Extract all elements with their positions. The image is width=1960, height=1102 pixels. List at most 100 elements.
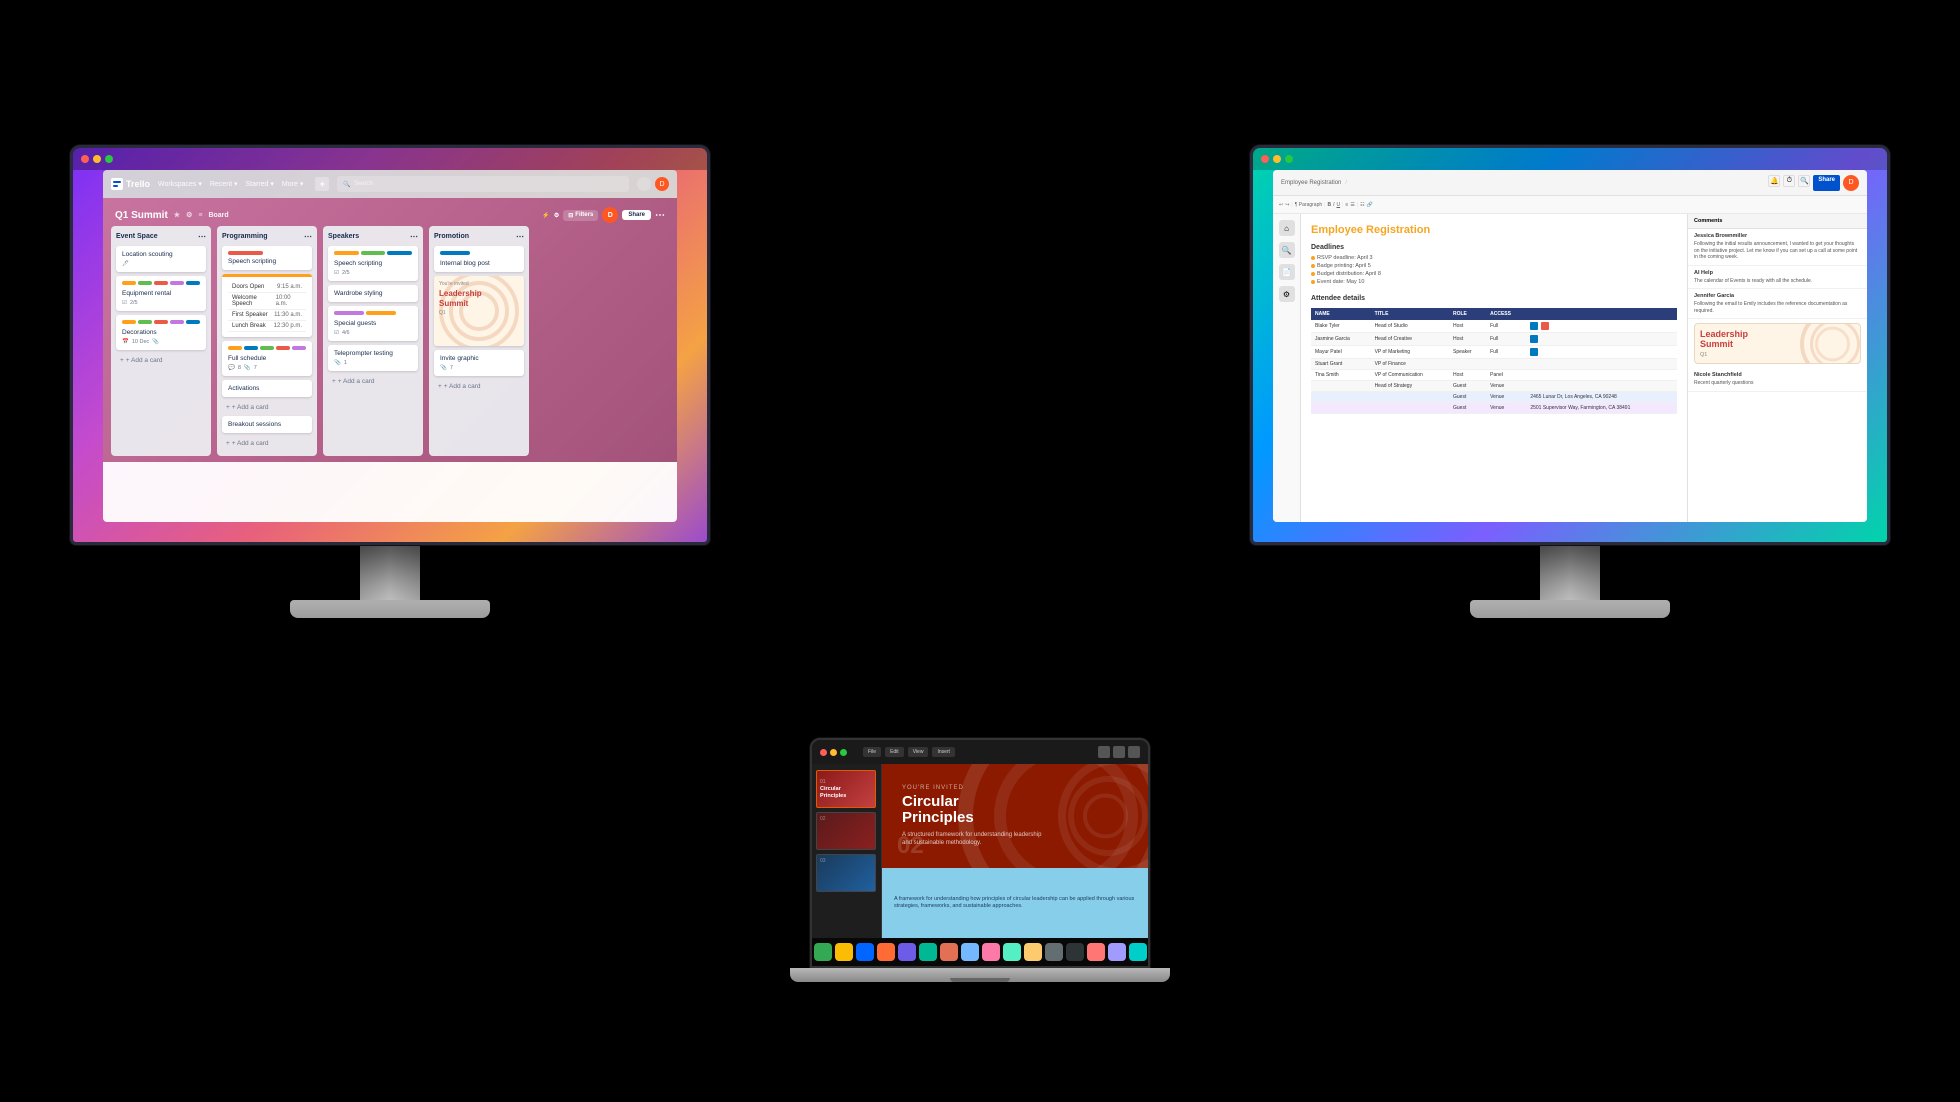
card-special-guests[interactable]: Special guests ☑ 4/6 [328,306,418,341]
more-options-icon[interactable]: ⋯ [655,210,665,221]
sidebar-icon-settings[interactable]: ⚙ [1279,286,1295,302]
card-invite-graphic[interactable]: Invite graphic 📎 7 [434,350,524,376]
card-breakout-sessions[interactable]: Breakout sessions [222,416,312,433]
minimize-button[interactable] [93,155,101,163]
card-leadership-summit[interactable]: You're invited LeadershipSummit Q1 [434,276,524,346]
pres-maximize[interactable] [840,749,847,756]
notif-icon[interactable] [637,177,651,191]
maximize-button[interactable] [105,155,113,163]
card-decorations[interactable]: Decorations 📅 10 Dec 📎 [116,315,206,350]
slide-thumb-3[interactable]: 03 [816,854,876,892]
pres-insert-menu[interactable]: Insert [932,747,955,757]
dock-icon-16[interactable] [1087,943,1105,961]
pres-icon-1[interactable] [1098,746,1110,758]
nav-workspaces[interactable]: Workspaces ▾ [158,180,202,188]
sidebar-icon-pages[interactable]: 📄 [1279,264,1295,280]
trash-icon[interactable] [1541,322,1549,330]
undo-icon[interactable]: ↩ [1279,202,1283,208]
format-italic[interactable]: I [1333,202,1334,208]
dock-icon-19[interactable] [1150,943,1151,961]
add-card-programming-2[interactable]: + + Add a card [222,437,312,450]
close-button-right[interactable] [1261,155,1269,163]
slide-thumb-2[interactable]: 02 [816,812,876,850]
dock-icon-5[interactable] [856,943,874,961]
card-location-scouting[interactable]: Location scouting 🖊 [116,246,206,272]
add-card-programming[interactable]: + + Add a card [222,401,312,414]
col-menu-programming[interactable]: ⋯ [304,232,312,241]
card-teleprompter[interactable]: Teleprompter testing 📎 1 [328,345,418,371]
card-wardrobe-styling[interactable]: Wardrobe styling [328,285,418,302]
slide-thumb-1[interactable]: 01 CircularPrinciples [816,770,876,808]
dock-icon-17[interactable] [1108,943,1126,961]
redo-icon[interactable]: ↪ [1285,202,1289,208]
pres-icon-2[interactable] [1113,746,1125,758]
dock-icon-6[interactable] [877,943,895,961]
card-activations[interactable]: Activations [222,380,312,397]
dock-icon-8[interactable] [919,943,937,961]
nav-starred[interactable]: Starred ▾ [246,180,274,188]
nav-more[interactable]: More ▾ [282,180,303,188]
edit-icon[interactable] [1530,335,1538,343]
add-card-speakers[interactable]: + + Add a card [328,375,418,388]
col-menu-event-space[interactable]: ⋯ [198,232,206,241]
add-card-event-space[interactable]: + + Add a card [116,354,206,367]
pres-view-menu[interactable]: View [908,747,929,757]
pres-icon-3[interactable] [1128,746,1140,758]
nav-recent[interactable]: Recent ▾ [210,180,238,188]
edit-icon[interactable] [1530,348,1538,356]
right-monitor-base [1470,600,1670,618]
dock-icon-9[interactable] [940,943,958,961]
pres-close[interactable] [820,749,827,756]
toolbar-icon-1[interactable]: 🔔 [1768,175,1780,187]
power-ups-btn[interactable]: ⚡ [542,212,549,219]
search-bar[interactable]: 🔍 Search [337,176,629,192]
toolbar-icon-3[interactable]: 🔍 [1798,175,1810,187]
sidebar-icon-home[interactable]: ⌂ [1279,220,1295,236]
doc-avatar[interactable]: D [1843,175,1859,191]
share-button-doc[interactable]: Share [1813,175,1840,191]
card-schedule[interactable]: Doors Open 9:15 a.m. Welcome Speech 10:0… [222,274,312,337]
automation-btn[interactable]: ⚙ [554,212,559,219]
add-card-promotion[interactable]: + + Add a card [434,380,524,393]
avatar-icon[interactable]: D [655,177,669,191]
card-equipment-rental[interactable]: Equipment rental ☑ 2/5 [116,276,206,311]
col-menu-speakers[interactable]: ⋯ [410,232,418,241]
member-avatar[interactable]: D [602,207,618,223]
close-button[interactable] [81,155,89,163]
maximize-button-right[interactable] [1285,155,1293,163]
card-internal-blog[interactable]: Internal blog post [434,246,524,272]
card-speech-scripting[interactable]: Speech scripting [222,246,312,270]
dock-icon-11[interactable] [982,943,1000,961]
share-button[interactable]: Share [622,210,651,220]
card-speech-scripting-speakers[interactable]: Speech scripting ☑ 2/5 [328,246,418,281]
dock-icon-15[interactable] [1066,943,1084,961]
dock-icon-12[interactable] [1003,943,1021,961]
filters-button[interactable]: ⊟ Filters [563,210,598,221]
col-menu-promotion[interactable]: ⋯ [516,232,524,241]
toolbar-icon-2[interactable]: ⏱ [1783,175,1795,187]
pres-file-menu[interactable]: File [863,747,881,757]
format-underline[interactable]: U [1336,202,1340,208]
dock-icon-18[interactable] [1129,943,1147,961]
format-align-left[interactable]: ≡ [1345,202,1348,208]
board-view-label[interactable]: Board [208,212,228,219]
dock-icon-13[interactable] [1024,943,1042,961]
create-button[interactable]: + [315,177,329,191]
format-para[interactable]: ¶ Paragraph [1295,202,1322,208]
format-bold[interactable]: B [1327,202,1331,208]
dock-icon-3[interactable] [814,943,832,961]
dock-icon-2[interactable] [810,943,811,961]
pres-minimize[interactable] [830,749,837,756]
minimize-button-right[interactable] [1273,155,1281,163]
format-list[interactable]: ☷ [1360,202,1364,208]
card-full-schedule[interactable]: Full schedule 💬 8 📎 7 [222,341,312,376]
format-align-center[interactable]: ☰ [1350,202,1354,208]
dock-icon-7[interactable] [898,943,916,961]
sidebar-icon-search[interactable]: 🔍 [1279,242,1295,258]
edit-icon[interactable] [1530,322,1538,330]
dock-icon-10[interactable] [961,943,979,961]
dock-icon-4[interactable] [835,943,853,961]
pres-edit-menu[interactable]: Edit [885,747,904,757]
dock-icon-14[interactable] [1045,943,1063,961]
format-link[interactable]: 🔗 [1367,202,1373,208]
